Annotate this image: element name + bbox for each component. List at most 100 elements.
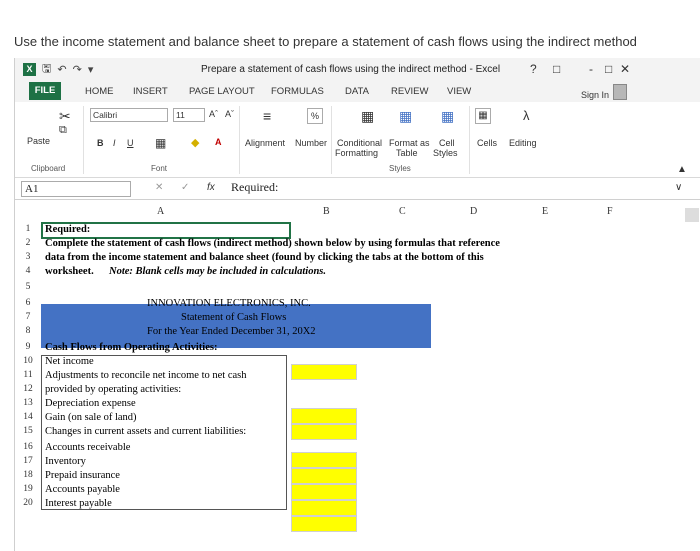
paste-button[interactable]: Paste: [27, 136, 50, 146]
row-number[interactable]: 2: [15, 238, 41, 248]
divider: [239, 106, 240, 174]
cut-icon[interactable]: ✂: [59, 108, 71, 125]
row-number[interactable]: 1: [15, 224, 41, 234]
italic-button[interactable]: I: [113, 138, 116, 148]
shrink-font-button[interactable]: Aˇ: [225, 109, 234, 119]
format-as-table-icon[interactable]: ▦: [399, 108, 412, 125]
number-button[interactable]: Number: [295, 138, 327, 148]
row-number[interactable]: 8: [15, 326, 41, 336]
input-cell-depreciation[interactable]: [291, 408, 357, 424]
font-size-select[interactable]: 11: [173, 108, 205, 122]
cells-button[interactable]: Cells: [477, 138, 497, 148]
scroll-up-button[interactable]: [685, 208, 699, 222]
minimize-button[interactable]: -: [589, 62, 593, 76]
row-number[interactable]: 5: [15, 282, 41, 292]
column-header-c[interactable]: C: [399, 206, 406, 220]
copy-icon[interactable]: ⧉: [59, 124, 67, 137]
column-header-e[interactable]: E: [542, 206, 548, 220]
row-number[interactable]: 4: [15, 266, 41, 276]
row-number[interactable]: 12: [15, 384, 41, 394]
input-cell-accounts-payable[interactable]: [291, 500, 357, 516]
editing-button[interactable]: Editing: [509, 138, 537, 148]
row-number[interactable]: 15: [15, 426, 41, 436]
tab-formulas[interactable]: FORMULAS: [271, 86, 324, 97]
row-number[interactable]: 19: [15, 484, 41, 494]
collapse-ribbon-icon[interactable]: ▲: [677, 164, 687, 175]
number-format-button[interactable]: %: [307, 108, 323, 124]
close-button[interactable]: ✕: [620, 62, 630, 76]
save-icon[interactable]: 🖫: [42, 60, 51, 79]
input-cell-prepaid-insurance[interactable]: [291, 484, 357, 500]
row-number[interactable]: 10: [15, 356, 41, 366]
column-header-d[interactable]: D: [470, 206, 477, 220]
line-item: provided by operating activities:: [45, 384, 182, 395]
conditional-formatting-button[interactable]: Conditional: [337, 138, 382, 148]
row-number[interactable]: 6: [15, 298, 41, 308]
borders-icon[interactable]: ▦: [155, 136, 166, 150]
column-header-f[interactable]: F: [607, 206, 613, 220]
customize-icon[interactable]: ▾: [88, 63, 94, 76]
row-number[interactable]: 14: [15, 412, 41, 422]
tab-page-layout[interactable]: PAGE LAYOUT: [189, 86, 255, 97]
enter-icon[interactable]: ✓: [181, 182, 189, 193]
row-number[interactable]: 11: [15, 370, 41, 380]
align-icon[interactable]: ≡: [263, 108, 271, 124]
name-box[interactable]: A1: [21, 181, 131, 197]
line-item: Gain (on sale of land): [45, 412, 137, 423]
company-name: INNOVATION ELECTRONICS, INC.: [147, 298, 311, 309]
fill-color-icon[interactable]: ◆: [191, 136, 199, 149]
undo-icon[interactable]: ↶: [57, 63, 66, 76]
underline-button[interactable]: U: [127, 138, 134, 148]
instruction-line: data from the income statement and balan…: [45, 252, 484, 263]
bold-button[interactable]: B: [97, 138, 104, 148]
row-number[interactable]: 3: [15, 252, 41, 262]
line-item: Inventory: [45, 456, 86, 467]
font-color-button[interactable]: A: [215, 137, 222, 147]
formula-input[interactable]: Required:: [231, 180, 278, 195]
cells-icon[interactable]: ▦: [475, 108, 491, 124]
row-number[interactable]: 18: [15, 470, 41, 480]
format-as-table-label[interactable]: Table: [396, 148, 418, 158]
alignment-button[interactable]: Alignment: [245, 138, 285, 148]
expand-formula-bar-icon[interactable]: ∨: [675, 182, 682, 193]
conditional-formatting-icon[interactable]: ▦: [361, 108, 374, 125]
tab-insert[interactable]: INSERT: [133, 86, 168, 97]
conditional-formatting-label[interactable]: Formatting: [335, 148, 378, 158]
tab-review[interactable]: REVIEW: [391, 86, 428, 97]
tab-file[interactable]: FILE: [29, 82, 61, 100]
row-number[interactable]: 9: [15, 342, 41, 352]
excel-logo-icon: X: [23, 62, 36, 76]
input-cell-accounts-receivable[interactable]: [291, 452, 357, 468]
cell-styles-icon[interactable]: ▦: [441, 108, 454, 125]
editing-icon[interactable]: λ: [523, 108, 530, 123]
column-header-a[interactable]: A: [157, 206, 164, 220]
insert-function-icon[interactable]: fx: [207, 182, 215, 193]
font-name-select[interactable]: Calibri: [90, 108, 168, 122]
row-number[interactable]: 20: [15, 498, 41, 508]
input-cell-net-income[interactable]: [291, 364, 357, 380]
row-number[interactable]: 7: [15, 312, 41, 322]
row-number[interactable]: 13: [15, 398, 41, 408]
tab-home[interactable]: HOME: [85, 86, 114, 97]
ribbon-display-icon[interactable]: □: [553, 62, 560, 76]
tab-view[interactable]: VIEW: [447, 86, 471, 97]
row-number[interactable]: 16: [15, 442, 41, 452]
sign-in-link[interactable]: Sign In: [581, 90, 609, 100]
input-cell-interest-payable[interactable]: [291, 516, 357, 532]
input-cell-gain[interactable]: [291, 424, 357, 440]
tab-data[interactable]: DATA: [345, 86, 369, 97]
input-cell-inventory[interactable]: [291, 468, 357, 484]
help-icon[interactable]: ?: [530, 62, 537, 76]
redo-icon[interactable]: ↷: [73, 63, 82, 76]
line-item: Changes in current assets and current li…: [45, 426, 247, 437]
grow-font-button[interactable]: Aˆ: [209, 109, 218, 119]
cell-styles-button[interactable]: Cell: [439, 138, 455, 148]
row-number[interactable]: 17: [15, 456, 41, 466]
cancel-icon[interactable]: ✕: [155, 182, 163, 193]
user-icon[interactable]: [613, 84, 627, 100]
column-header-b[interactable]: B: [323, 206, 330, 220]
cell-styles-label[interactable]: Styles: [433, 148, 458, 158]
divider: [83, 106, 84, 174]
format-as-table-button[interactable]: Format as: [389, 138, 430, 148]
restore-button[interactable]: □: [605, 62, 612, 76]
